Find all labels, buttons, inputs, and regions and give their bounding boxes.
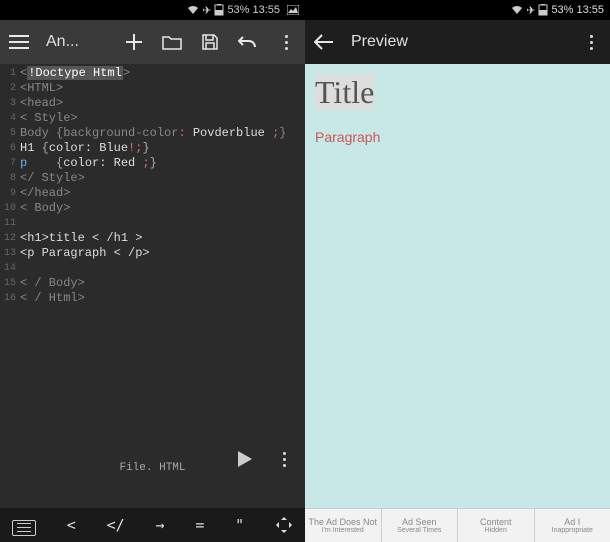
- folder-icon[interactable]: [161, 31, 183, 53]
- overflow-icon[interactable]: [275, 31, 297, 53]
- code-content[interactable]: <!Doctype Html>: [20, 66, 305, 81]
- ad-feedback-bar: The Ad Does NotI'm InterestedAd SeenSeve…: [305, 508, 610, 542]
- code-line[interactable]: 9</head>: [0, 186, 305, 201]
- airplane-icon: ✈: [526, 4, 535, 17]
- picture-icon: [287, 5, 299, 15]
- undo-icon[interactable]: [237, 31, 259, 53]
- symbol-quote[interactable]: ": [231, 516, 248, 534]
- code-content[interactable]: < Style>: [20, 111, 305, 126]
- expand-icon[interactable]: [271, 516, 297, 534]
- code-content[interactable]: < / Html>: [20, 291, 305, 306]
- line-number: 10: [0, 201, 20, 216]
- file-title: An...: [46, 33, 79, 51]
- status-bar-right: ✈ 53% 13:55: [305, 0, 610, 20]
- line-number: 8: [0, 171, 20, 186]
- code-line[interactable]: 11: [0, 216, 305, 231]
- preview-pane: ✈ 53% 13:55 Preview Title Paragraph The …: [305, 0, 610, 542]
- code-line[interactable]: 13<p Paragraph < /p>: [0, 246, 305, 261]
- preview-viewport: Title Paragraph: [305, 64, 610, 508]
- menu-icon[interactable]: [8, 31, 30, 53]
- line-number: 7: [0, 156, 20, 171]
- add-icon[interactable]: [123, 31, 145, 53]
- code-line[interactable]: 3<head>: [0, 96, 305, 111]
- code-content[interactable]: <h1>title < /h1 >: [20, 231, 305, 246]
- clock-text: 13:55: [576, 4, 604, 16]
- code-line[interactable]: 6H1 {color: Blue!;}: [0, 141, 305, 156]
- preview-toolbar: Preview: [305, 20, 610, 64]
- play-icon[interactable]: [233, 448, 255, 470]
- line-number: 1: [0, 66, 20, 81]
- rendered-paragraph: Paragraph: [315, 129, 600, 145]
- code-content[interactable]: < Body>: [20, 201, 305, 216]
- code-line[interactable]: 5Body {background-color: Povderblue ;}: [0, 126, 305, 141]
- code-line[interactable]: 16< / Html>: [0, 291, 305, 306]
- clock-text: 13:55: [252, 4, 280, 16]
- line-number: 4: [0, 111, 20, 126]
- code-line[interactable]: 8</ Style>: [0, 171, 305, 186]
- battery-icon: [214, 4, 224, 16]
- code-line[interactable]: 15< / Body>: [0, 276, 305, 291]
- battery-percent: 53%: [227, 4, 249, 16]
- line-number: 13: [0, 246, 20, 261]
- line-number: 11: [0, 216, 20, 231]
- line-number: 2: [0, 81, 20, 96]
- ad-feedback-option[interactable]: Ad SeenSeveral Times: [382, 509, 459, 542]
- code-content[interactable]: < / Body>: [20, 276, 305, 291]
- wifi-icon: [511, 5, 523, 15]
- code-line[interactable]: 1<!Doctype Html>: [0, 66, 305, 81]
- line-number: 15: [0, 276, 20, 291]
- rendered-h1: Title: [315, 74, 374, 110]
- code-content[interactable]: </ Style>: [20, 171, 305, 186]
- symbol-bar: < </ → = ": [0, 508, 305, 542]
- code-line[interactable]: 12<h1>title < /h1 >: [0, 231, 305, 246]
- symbol-lt[interactable]: <: [63, 516, 80, 534]
- preview-title-text: Preview: [351, 33, 408, 51]
- code-content[interactable]: Body {background-color: Povderblue ;}: [20, 126, 305, 141]
- code-content[interactable]: p {color: Red ;}: [20, 156, 305, 171]
- keyboard-icon[interactable]: [8, 514, 40, 535]
- line-number: 14: [0, 261, 20, 276]
- ad-feedback-option[interactable]: Ad IInappropriate: [535, 509, 610, 542]
- symbol-eq[interactable]: =: [191, 516, 208, 534]
- battery-icon: [538, 4, 548, 16]
- line-number: 9: [0, 186, 20, 201]
- line-number: 5: [0, 126, 20, 141]
- code-line[interactable]: 2<HTML>: [0, 81, 305, 96]
- save-icon[interactable]: [199, 31, 221, 53]
- wifi-icon: [187, 5, 199, 15]
- line-number: 16: [0, 291, 20, 306]
- code-content[interactable]: <head>: [20, 96, 305, 111]
- symbol-arrow[interactable]: →: [151, 516, 168, 534]
- line-number: 6: [0, 141, 20, 156]
- status-bar-left: ✈ 53% 13:55: [0, 0, 305, 20]
- code-line[interactable]: 10< Body>: [0, 201, 305, 216]
- symbol-closetag[interactable]: </: [103, 516, 129, 534]
- code-content[interactable]: </head>: [20, 186, 305, 201]
- battery-percent: 53%: [551, 4, 573, 16]
- code-line[interactable]: 7p {color: Red ;}: [0, 156, 305, 171]
- ad-feedback-option[interactable]: ContentHidden: [458, 509, 535, 542]
- overflow-icon-2[interactable]: [273, 448, 295, 470]
- back-icon[interactable]: [313, 31, 335, 53]
- editor-pane: ✈ 53% 13:55 An... 1<!Doctype: [0, 0, 305, 542]
- overflow-icon[interactable]: [580, 31, 602, 53]
- airplane-icon: ✈: [202, 4, 211, 17]
- line-number: 12: [0, 231, 20, 246]
- code-content[interactable]: H1 {color: Blue!;}: [20, 141, 305, 156]
- code-editor[interactable]: 1<!Doctype Html>2<HTML>3<head>4< Style>5…: [0, 64, 305, 508]
- code-line[interactable]: 14: [0, 261, 305, 276]
- code-content[interactable]: <HTML>: [20, 81, 305, 96]
- editor-toolbar: An...: [0, 20, 305, 64]
- code-content[interactable]: <p Paragraph < /p>: [20, 246, 305, 261]
- ad-feedback-option[interactable]: The Ad Does NotI'm Interested: [305, 509, 382, 542]
- line-number: 3: [0, 96, 20, 111]
- code-line[interactable]: 4< Style>: [0, 111, 305, 126]
